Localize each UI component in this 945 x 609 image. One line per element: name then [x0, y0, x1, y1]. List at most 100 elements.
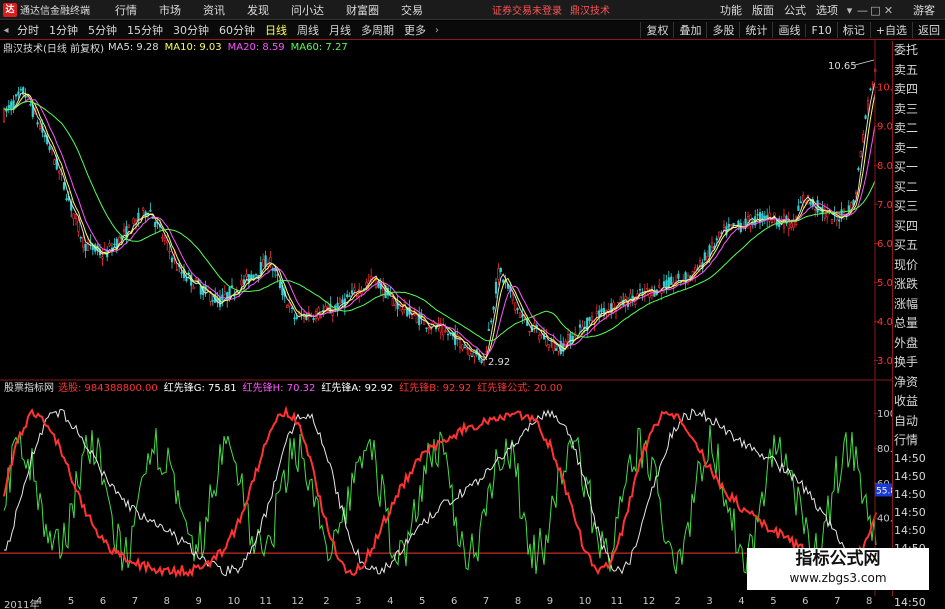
menu-item-options[interactable]: 选项 — [816, 2, 838, 18]
menu-item-ask[interactable]: 问小达 — [291, 2, 324, 18]
overlay-button[interactable]: 叠加 — [673, 22, 706, 38]
candle-body — [502, 279, 505, 283]
candle-body — [566, 334, 570, 343]
auto-label[interactable]: 自动 — [893, 412, 945, 431]
candle-body — [662, 281, 666, 286]
period-tab-daily[interactable]: 日线 — [260, 22, 292, 38]
period-tab-more[interactable]: 更多 — [399, 22, 431, 38]
candle-body — [802, 194, 805, 202]
price-tick-label: 4.00 — [877, 317, 892, 328]
date-axis-label: 11 — [610, 596, 624, 607]
quote-item-bid5: 买五 — [894, 238, 919, 252]
candle-body — [259, 262, 262, 274]
candle-body — [571, 335, 574, 343]
candle-body — [168, 250, 171, 253]
period-tab-15min[interactable]: 15分钟 — [122, 22, 168, 38]
candle-body — [154, 221, 157, 227]
indicator-name[interactable]: 股票指标网 — [4, 379, 54, 394]
candle-body — [65, 198, 68, 201]
candle-body — [127, 224, 130, 228]
dropdown-icon[interactable]: ▾ — [843, 4, 856, 17]
menu-item-news[interactable]: 资讯 — [203, 2, 225, 18]
mark-button[interactable]: 标记 — [836, 22, 870, 38]
period-tab-5min[interactable]: 5分钟 — [83, 22, 122, 38]
candle-body — [862, 134, 865, 143]
candle-body — [58, 170, 61, 174]
candle-body — [722, 224, 726, 228]
candle-body — [866, 100, 870, 110]
candle-body — [677, 273, 680, 279]
candle-body — [809, 201, 812, 205]
price-tick-label: 9.00 — [877, 122, 892, 133]
statistics-button[interactable]: 统计 — [739, 22, 772, 38]
candle-body — [859, 150, 862, 158]
candle-body — [468, 349, 471, 356]
menu-item-markets[interactable]: 市场 — [159, 2, 181, 18]
back-button[interactable]: 返回 — [912, 22, 945, 38]
candle-body — [480, 359, 483, 364]
indicator-tick-label: 80.00 — [877, 444, 892, 455]
candle-body — [770, 221, 774, 224]
candle-body — [377, 281, 380, 288]
add-watchlist-button[interactable]: +自选 — [869, 22, 912, 38]
date-axis-label: 6 — [99, 596, 107, 607]
candle-body — [230, 285, 234, 287]
period-tab-multi[interactable]: 多周期 — [356, 22, 399, 38]
candle-body — [658, 285, 661, 288]
candle-body — [322, 310, 325, 312]
candle-body — [427, 327, 430, 330]
candle-body — [646, 288, 649, 290]
menu-item-market[interactable]: 行情 — [115, 2, 137, 18]
menu-item-discover[interactable]: 发现 — [247, 2, 269, 18]
candle-body — [149, 210, 152, 212]
toolbar-left-arrow-icon[interactable]: ◂ — [0, 25, 12, 36]
indicator-tick-label: 40.00 — [877, 514, 892, 525]
candle-body — [799, 201, 802, 204]
stock-period-label[interactable]: 鼎汉技术(日线 前复权) — [3, 40, 104, 55]
candle-body — [346, 294, 349, 298]
menu-item-layout[interactable]: 版面 — [752, 2, 774, 18]
menu-item-formula[interactable]: 公式 — [784, 2, 806, 18]
maximize-icon[interactable]: □ — [869, 4, 882, 17]
price-tick-label: 7.00 — [877, 200, 892, 211]
candle-body — [871, 83, 874, 86]
chart-area[interactable]: 10.00 9.00 8.00 7.00 6.00 5.00 4.00 3.00 10.65 2.… — [0, 40, 892, 596]
close-icon[interactable]: ✕ — [882, 4, 895, 17]
more-arrow-icon[interactable]: › — [431, 25, 443, 36]
quote-item-change: 涨跌 — [894, 277, 919, 291]
candle-body — [425, 327, 428, 329]
date-axis-label: 8 — [866, 596, 873, 607]
period-tab-weekly[interactable]: 周线 — [292, 22, 324, 38]
period-tab-30min[interactable]: 30分钟 — [168, 22, 214, 38]
menu-item-wealth[interactable]: 财富圈 — [346, 2, 379, 18]
f10-button[interactable]: F10 — [805, 23, 836, 37]
period-tab-60min[interactable]: 60分钟 — [214, 22, 260, 38]
current-value-label: 55.89 — [876, 486, 892, 496]
menu-item-trade[interactable]: 交易 — [401, 2, 423, 18]
period-tab-1min[interactable]: 1分钟 — [44, 22, 83, 38]
period-tab-monthly[interactable]: 月线 — [324, 22, 356, 38]
candle-body — [857, 168, 860, 170]
candle-body — [338, 298, 342, 305]
multi-stock-button[interactable]: 多股 — [706, 22, 739, 38]
candle-body — [163, 237, 166, 241]
candle-body — [290, 307, 294, 309]
period-tab-intraday[interactable]: 分时 — [12, 22, 44, 38]
login-status[interactable]: 证券交易未登录 — [492, 2, 562, 17]
candle-body — [727, 223, 730, 228]
ma10-label: MA10: 9.03 — [164, 42, 222, 53]
candle-body — [864, 115, 867, 119]
candle-body — [715, 238, 718, 241]
adjust-button[interactable]: 复权 — [640, 22, 673, 38]
minimize-icon[interactable]: — — [856, 4, 869, 17]
candle-body — [703, 252, 706, 261]
date-axis-label: 7 — [482, 596, 490, 607]
candle-body — [670, 276, 673, 285]
draw-line-button[interactable]: 画线 — [772, 22, 805, 38]
guest-label[interactable]: 游客 — [913, 2, 935, 18]
quote-item-entrust[interactable]: 委托 — [893, 41, 945, 61]
candle-body — [617, 301, 620, 304]
price-chart: 10.00 9.00 8.00 7.00 6.00 5.00 4.00 3.00 10.65 2.… — [0, 40, 892, 381]
menu-item-function[interactable]: 功能 — [720, 2, 742, 18]
market-label[interactable]: 行情 — [893, 431, 945, 450]
